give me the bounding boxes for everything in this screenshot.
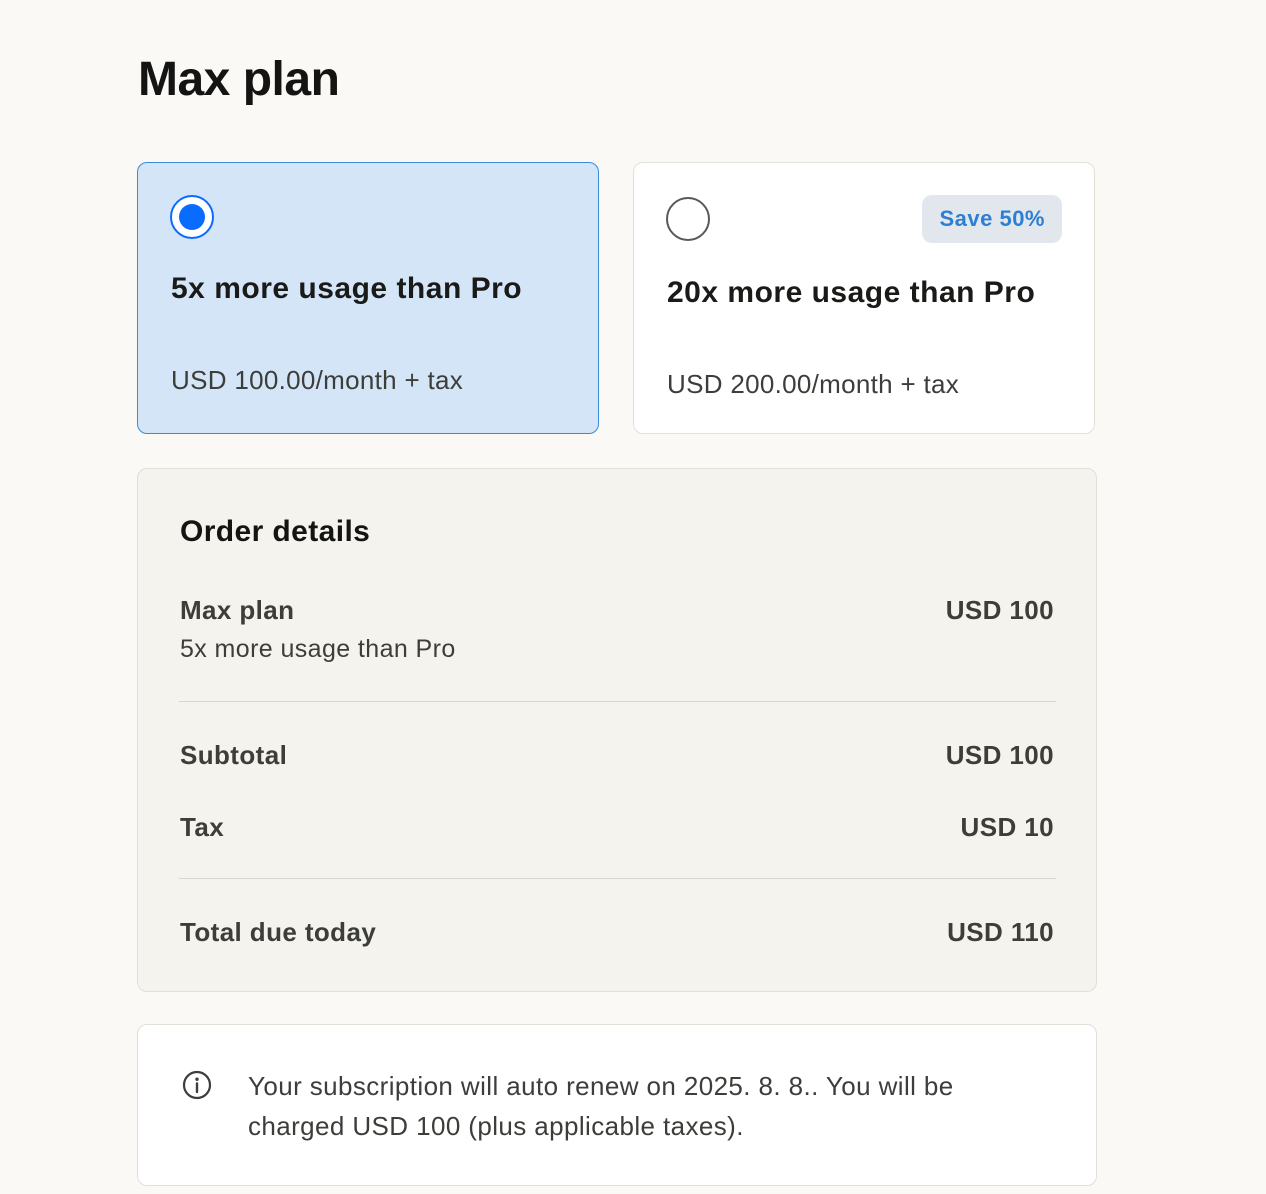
save-badge: Save 50% <box>922 195 1062 243</box>
plan-name: 20x more usage than Pro <box>667 276 1036 309</box>
order-item-description: 5x more usage than Pro <box>180 635 456 663</box>
divider <box>179 878 1056 879</box>
order-item-price: USD 100 <box>945 595 1054 625</box>
plan-option-5x[interactable]: 5x more usage than Pro USD 100.00/month … <box>137 162 599 434</box>
order-details-title: Order details <box>180 515 371 548</box>
radio-selected[interactable] <box>170 195 214 239</box>
page-title: Max plan <box>138 53 340 106</box>
plan-option-20x[interactable]: Save 50% 20x more usage than Pro USD 200… <box>633 162 1095 434</box>
subtotal-value: USD 100 <box>945 740 1054 770</box>
tax-value: USD 10 <box>960 812 1054 842</box>
divider <box>179 701 1056 702</box>
total-label: Total due today <box>180 917 377 947</box>
plan-name: 5x more usage than Pro <box>171 272 523 305</box>
total-value: USD 110 <box>947 917 1054 947</box>
plan-price: USD 200.00/month + tax <box>667 369 960 399</box>
subtotal-label: Subtotal <box>180 740 288 770</box>
radio-unselected[interactable] <box>666 197 710 241</box>
renewal-notice: Your subscription will auto renew on 202… <box>137 1024 1097 1186</box>
order-item-label: Max plan <box>180 595 295 625</box>
renewal-notice-text: Your subscription will auto renew on 202… <box>248 1071 954 1141</box>
info-icon <box>182 1070 212 1100</box>
order-details-panel: Order details Max plan USD 100 5x more u… <box>137 468 1097 992</box>
plan-price: USD 100.00/month + tax <box>171 365 464 395</box>
tax-label: Tax <box>180 812 225 842</box>
